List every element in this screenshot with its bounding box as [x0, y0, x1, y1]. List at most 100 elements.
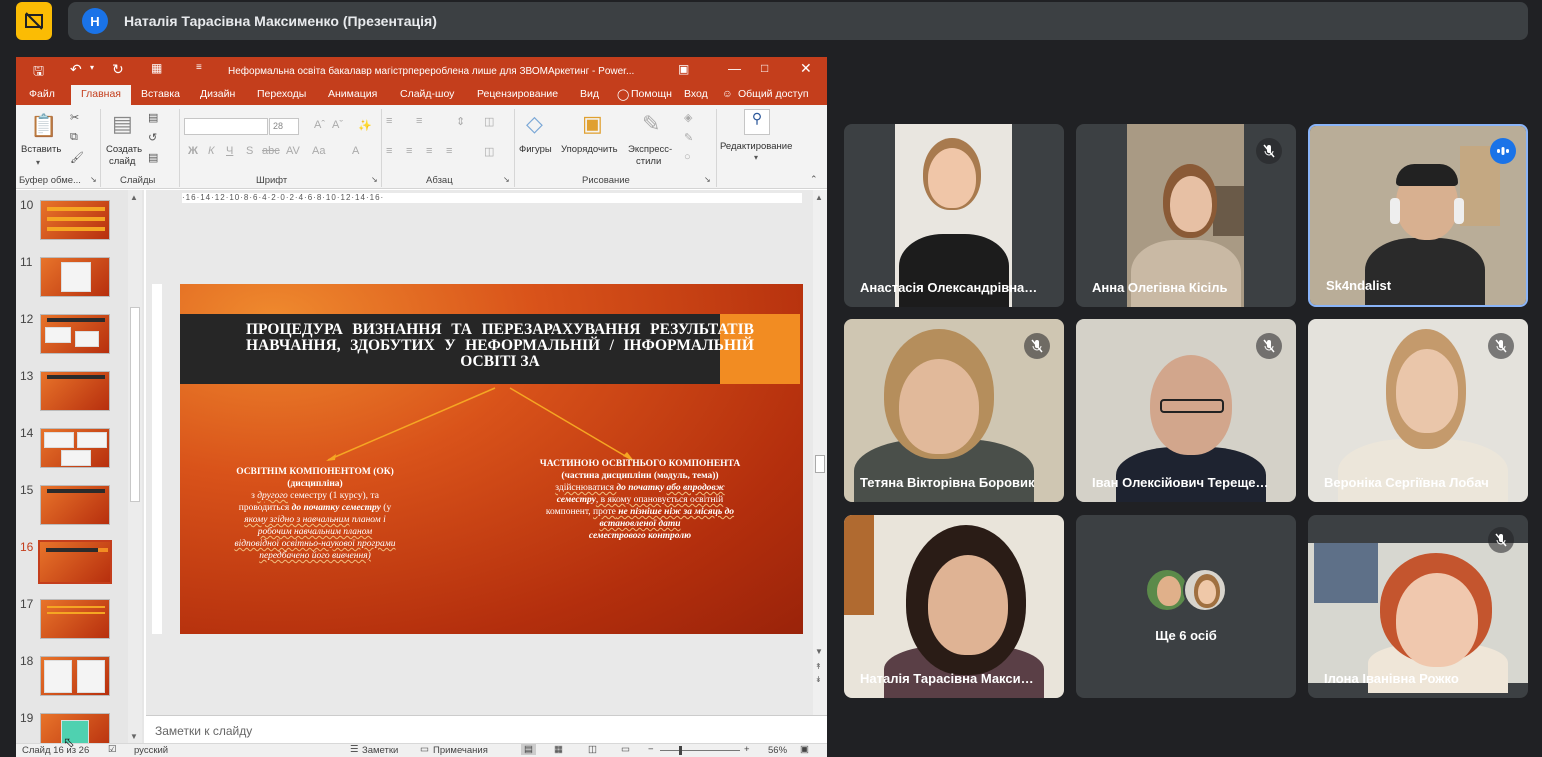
previous-slide-icon[interactable]: ↟ — [815, 662, 822, 671]
slide-sorter-icon[interactable]: ▦ — [554, 744, 563, 755]
clipboard-launcher-icon[interactable]: ↘ — [90, 175, 97, 184]
slide-scrollbar[interactable] — [813, 190, 827, 715]
quick-styles-icon[interactable]: ✎ — [642, 111, 660, 137]
shapes-button[interactable]: Фигуры — [519, 144, 552, 155]
notes-input[interactable]: Заметки к слайду — [146, 715, 827, 743]
tab-transitions[interactable]: Переходы — [257, 88, 306, 100]
next-slide-icon[interactable]: ↡ — [815, 675, 822, 684]
present-off-icon[interactable] — [16, 2, 52, 40]
participant-tile[interactable]: Тетяна Вікторівна Боровик — [844, 319, 1064, 502]
reading-view-icon[interactable]: ◫ — [588, 744, 597, 755]
grow-font-icon[interactable]: Aˆ — [314, 119, 325, 131]
tab-home[interactable]: Главная — [71, 85, 131, 105]
align-center-icon[interactable]: ≡ — [406, 145, 412, 157]
slide-thumbnail-10[interactable] — [40, 200, 110, 240]
slide-thumbnail-15[interactable] — [40, 485, 110, 525]
comments-toggle[interactable]: Примечания — [433, 745, 488, 756]
clear-format-icon[interactable]: ✨ — [358, 119, 372, 132]
maximize-icon[interactable]: □ — [761, 61, 768, 75]
arrange-icon[interactable]: ▣ — [582, 111, 603, 137]
reset-icon[interactable]: ↺ — [148, 131, 157, 144]
justify-icon[interactable]: ≡ — [446, 145, 452, 157]
zoom-slider[interactable] — [660, 750, 740, 751]
scroll-up-icon[interactable]: ▲ — [130, 193, 138, 202]
tab-insert[interactable]: Вставка — [141, 88, 180, 100]
paste-icon[interactable]: 📋 — [30, 113, 57, 139]
editing-button[interactable]: Редактирование — [720, 141, 792, 152]
shape-fill-icon[interactable]: ◈ — [684, 111, 692, 124]
slide-thumbnail-18[interactable] — [40, 656, 110, 696]
tell-me-search[interactable]: Помощн — [631, 88, 672, 100]
align-left-icon[interactable]: ≡ — [386, 145, 392, 157]
italic-icon[interactable]: К — [208, 145, 214, 157]
share-button[interactable]: Общий доступ — [738, 88, 809, 100]
paragraph-launcher-icon[interactable]: ↘ — [503, 175, 510, 184]
tab-animation[interactable]: Анимация — [328, 88, 377, 100]
normal-view-icon[interactable]: ▤ — [521, 744, 536, 755]
tab-slideshow[interactable]: Слайд-шоу — [400, 88, 454, 100]
new-slide-icon[interactable]: ▤ — [112, 111, 133, 137]
quick-styles-label-2[interactable]: стили — [636, 156, 661, 167]
customize-toolbar-icon[interactable]: ≡ — [196, 62, 202, 73]
strikethrough-icon[interactable]: abc — [262, 145, 280, 157]
undo-dropdown-icon[interactable]: ▾ — [90, 63, 94, 72]
tab-design[interactable]: Дизайн — [200, 88, 235, 100]
shadow-icon[interactable]: S — [246, 145, 253, 157]
slide-thumbnail-14[interactable] — [40, 428, 110, 468]
current-slide[interactable]: ПРОЦЕДУРА ВИЗНАННЯ ТА ПЕРЕЗАРАХУВАННЯ РЕ… — [180, 284, 803, 634]
line-spacing-icon[interactable]: ⇕ — [456, 115, 465, 128]
slide-thumbnail-16[interactable] — [38, 540, 112, 584]
notes-toggle[interactable]: Заметки — [362, 745, 398, 756]
arrange-button[interactable]: Упорядочить — [561, 144, 618, 155]
shrink-font-icon[interactable]: Aˇ — [332, 119, 343, 131]
spellcheck-icon[interactable]: ☑ — [108, 744, 117, 755]
smartart-icon[interactable]: ◫ — [484, 145, 494, 158]
spacing-icon[interactable]: AV — [286, 145, 300, 157]
numbering-icon[interactable]: ≡ — [416, 115, 422, 127]
participant-tile[interactable]: Ілона Іванівна Рожко — [1308, 515, 1528, 698]
undo-icon[interactable]: ↶ — [70, 61, 82, 78]
redo-icon[interactable]: ↻ — [112, 61, 124, 78]
participant-tile[interactable]: Вероніка Сергіївна Лобач — [1308, 319, 1528, 502]
participant-tile[interactable]: Анна Олегівна Кісіль — [1076, 124, 1296, 307]
section-icon[interactable]: ▤ — [148, 151, 158, 164]
zoom-level[interactable]: 56% — [768, 745, 787, 756]
scroll-up-icon[interactable]: ▲ — [815, 193, 823, 202]
zoom-in-icon[interactable]: + — [744, 744, 750, 755]
tab-file[interactable]: Файл — [29, 88, 55, 100]
font-name-input[interactable] — [184, 118, 268, 135]
thumbnails-scroll-thumb[interactable] — [130, 307, 140, 502]
tab-view[interactable]: Вид — [580, 88, 599, 100]
new-slide-label-2[interactable]: слайд — [109, 156, 135, 167]
start-slideshow-icon[interactable]: ▦ — [151, 61, 162, 75]
cut-icon[interactable]: ✂ — [70, 111, 79, 124]
slideshow-view-icon[interactable]: ▭ — [621, 744, 630, 755]
paste-button[interactable]: Вставить — [21, 144, 61, 155]
language-indicator[interactable]: русский — [134, 745, 168, 756]
shapes-icon[interactable]: ◇ — [526, 111, 543, 137]
copy-icon[interactable]: ⧉ — [70, 131, 78, 144]
comments-icon[interactable]: ▭ — [420, 744, 429, 755]
layout-icon[interactable]: ▤ — [148, 111, 158, 124]
close-icon[interactable]: ✕ — [800, 60, 812, 77]
quick-styles-label-1[interactable]: Экспресс- — [628, 144, 672, 155]
bullets-icon[interactable]: ≡ — [386, 115, 392, 127]
shape-effects-icon[interactable]: ○ — [684, 151, 691, 163]
font-color-icon[interactable]: A — [352, 145, 359, 157]
more-participants-tile[interactable]: Ще 6 осіб — [1076, 515, 1296, 698]
zoom-out-icon[interactable]: − — [648, 744, 654, 755]
tab-review[interactable]: Рецензирование — [477, 88, 558, 100]
editing-dropdown-icon[interactable]: ▾ — [754, 153, 758, 162]
columns-icon[interactable]: ◫ — [484, 115, 494, 128]
fit-to-window-icon[interactable]: ▣ — [800, 744, 809, 755]
slide-thumbnail-11[interactable] — [40, 257, 110, 297]
ribbon-display-icon[interactable]: ▣ — [678, 62, 689, 76]
participant-tile[interactable]: Анастасія Олександрівна… — [844, 124, 1064, 307]
font-launcher-icon[interactable]: ↘ — [371, 175, 378, 184]
minimize-icon[interactable]: — — [728, 61, 741, 76]
find-icon[interactable]: ⚲ — [744, 109, 770, 135]
paste-dropdown-icon[interactable]: ▾ — [36, 158, 40, 167]
case-icon[interactable]: Aa — [312, 145, 325, 157]
scroll-down-icon[interactable]: ▼ — [815, 647, 823, 656]
new-slide-label-1[interactable]: Создать — [106, 144, 142, 155]
